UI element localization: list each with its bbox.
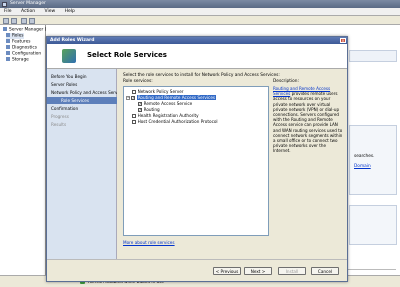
service-health-registration[interactable]: Health Registration Authority: [132, 113, 199, 119]
features-icon: [6, 39, 10, 43]
wizard-steps: Before You Begin Server Roles Network Po…: [47, 69, 126, 259]
step-results: Results: [51, 122, 67, 127]
step-role-services[interactable]: Role Services: [47, 97, 117, 104]
wizard-header: Select Role Services: [47, 44, 347, 69]
cancel-button[interactable]: Cancel: [311, 267, 339, 275]
next-button[interactable]: Next >: [244, 267, 272, 275]
configuration-icon: [6, 51, 10, 55]
side-searches-text: searches.: [354, 154, 375, 159]
show-hide-tree-icon[interactable]: [21, 17, 27, 24]
server-icon: [3, 27, 7, 31]
role-services-label: Role services:: [123, 79, 153, 84]
service-routing-remote-access[interactable]: − ✓ Routing and Remote Access Services: [126, 95, 217, 101]
side-panel-header: [349, 50, 397, 62]
step-confirmation[interactable]: Confirmation: [51, 106, 78, 111]
description-label: Description:: [273, 79, 299, 84]
menu-file[interactable]: File: [4, 9, 12, 14]
menu-action[interactable]: Action: [21, 9, 35, 14]
side-panel-lower: [349, 205, 397, 245]
add-roles-wizard: Add Roles Wizard × Select Role Services …: [46, 36, 348, 282]
install-button[interactable]: Install: [278, 267, 306, 275]
wizard-titlebar: Add Roles Wizard: [47, 37, 347, 44]
roles-wizard-icon: [62, 49, 76, 63]
checkbox[interactable]: [132, 120, 136, 124]
wizard-content: Select the role services to install for …: [117, 69, 347, 259]
storage-icon: [6, 57, 10, 61]
previous-button[interactable]: < Previous: [213, 267, 241, 275]
close-icon[interactable]: ×: [340, 38, 346, 43]
server-manager-icon: [2, 1, 7, 7]
checkbox[interactable]: [132, 90, 136, 94]
service-description: Routing and Remote Access Services provi…: [273, 86, 343, 186]
checkbox[interactable]: ✓: [131, 96, 135, 100]
menu-view[interactable]: View: [45, 9, 56, 14]
diagnostics-icon: [6, 45, 10, 49]
step-network-policy[interactable]: Network Policy and Access Services: [51, 90, 126, 95]
forward-icon[interactable]: [11, 17, 17, 24]
navigation-tree: Server Manager ( Roles Features Diagnost…: [0, 25, 46, 275]
description-text: provides remote users access to resource…: [273, 91, 343, 154]
step-progress: Progress: [51, 114, 69, 119]
side-domain-link[interactable]: Domain: [354, 164, 371, 169]
service-remote-access[interactable]: ✓ Remote Access Service: [138, 101, 192, 107]
menu-bar: File Action View Help: [0, 8, 400, 16]
checkbox[interactable]: ✓: [138, 102, 142, 106]
help-icon[interactable]: [29, 17, 35, 24]
role-services-list: Network Policy Server − ✓ Routing and Remo…: [123, 86, 269, 236]
more-about-link[interactable]: More about role services: [123, 240, 175, 245]
wizard-title: Add Roles Wizard: [50, 38, 95, 43]
wizard-buttons: < Previous Next > Install Cancel: [47, 259, 347, 281]
checkbox[interactable]: [132, 114, 136, 118]
page-title: Select Role Services: [87, 51, 167, 59]
side-panel: searches. Domain: [349, 125, 397, 195]
intro-text: Select the role services to install for …: [123, 73, 280, 78]
service-host-credential[interactable]: Host Credential Authorization Protocol: [132, 119, 218, 125]
service-network-policy-server[interactable]: Network Policy Server: [132, 89, 184, 95]
step-server-roles[interactable]: Server Roles: [51, 82, 77, 87]
back-icon[interactable]: [3, 17, 9, 24]
server-manager-titlebar: Server Manager: [0, 0, 400, 8]
menu-help[interactable]: Help: [65, 9, 75, 14]
collapse-icon[interactable]: −: [126, 96, 130, 100]
tree-item-storage[interactable]: Storage: [6, 57, 29, 63]
server-manager-title: Server Manager: [10, 1, 46, 6]
toolbar: [0, 16, 400, 25]
service-routing[interactable]: ✓ Routing: [138, 107, 160, 113]
roles-icon: [6, 33, 10, 37]
checkbox[interactable]: ✓: [138, 108, 142, 112]
step-before-you-begin[interactable]: Before You Begin: [51, 74, 87, 79]
